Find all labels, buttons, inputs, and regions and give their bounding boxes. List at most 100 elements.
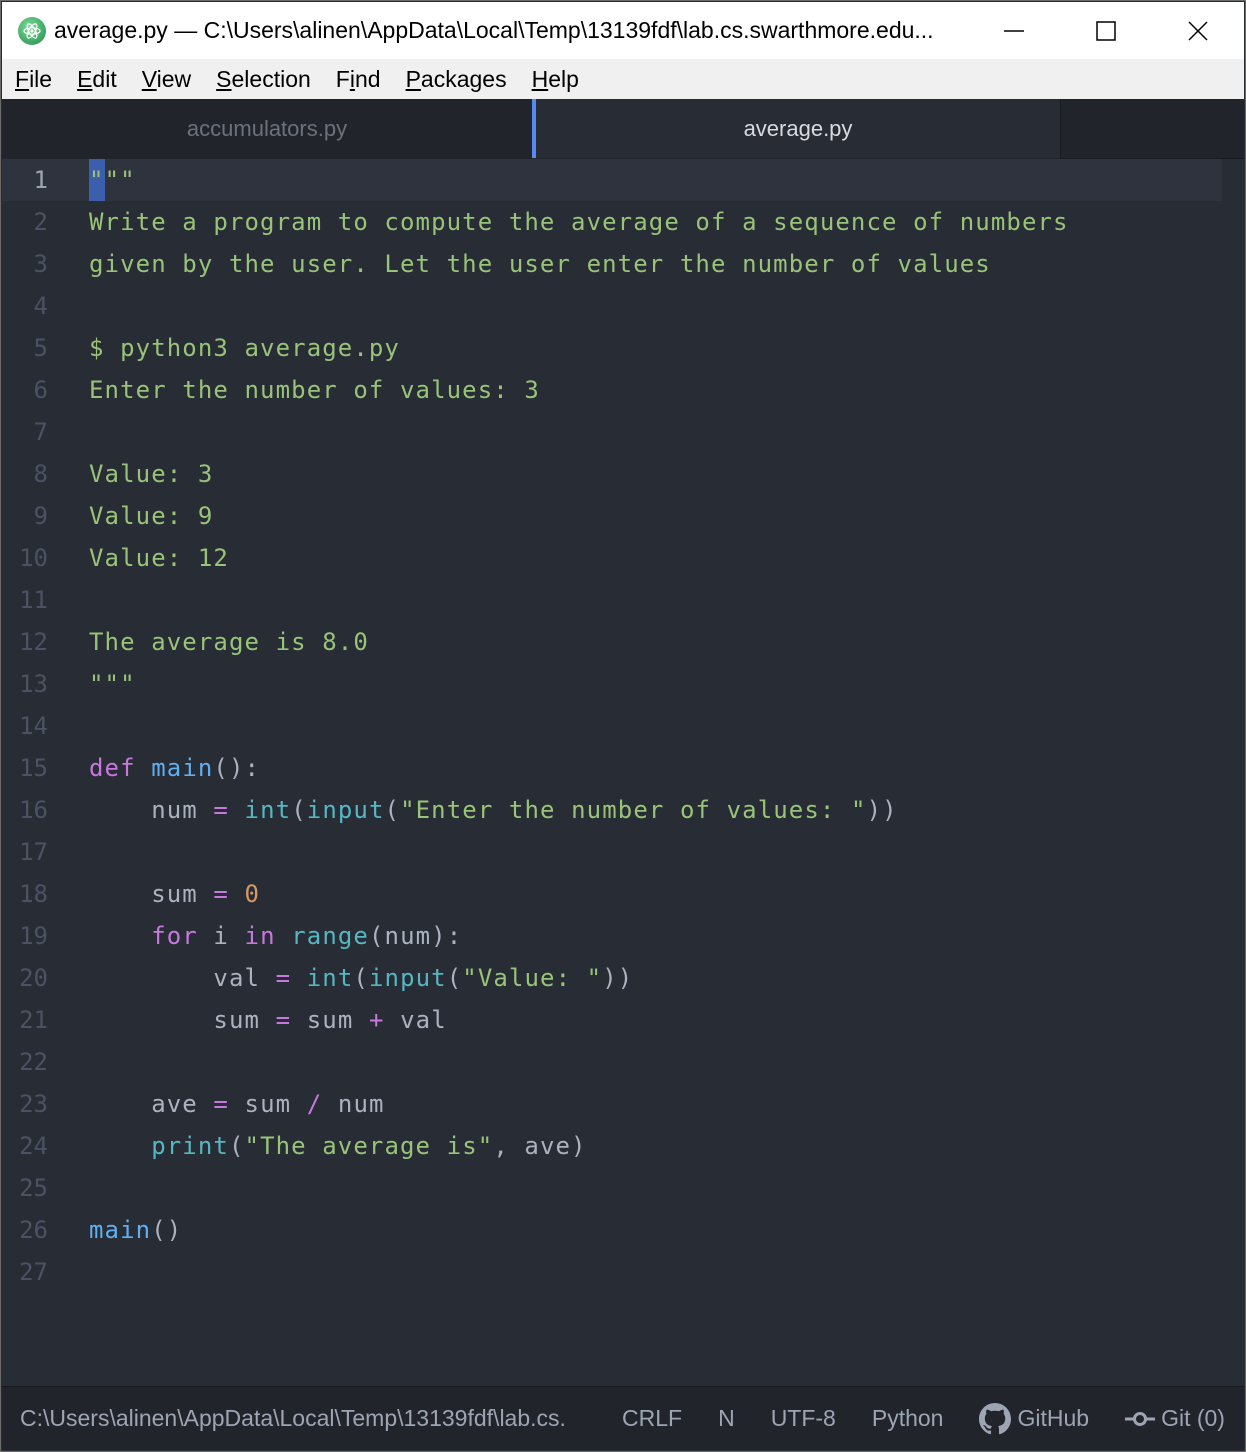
menu-packages[interactable]: Packages <box>406 66 507 93</box>
code-line[interactable]: 20 val = int(input("Value: ")) <box>2 957 1244 999</box>
code-line[interactable]: 15 def main(): <box>2 747 1244 789</box>
line-number: 25 <box>19 1174 48 1202</box>
code-line[interactable]: 7 <box>2 411 1244 453</box>
tab-accumulators-py[interactable]: accumulators.py <box>2 99 532 158</box>
status-file-path[interactable]: C:\Users\alinen\AppData\Local\Temp\13139… <box>20 1405 586 1432</box>
punctuation-token: )) <box>602 964 634 992</box>
builtin-token: print <box>151 1132 229 1160</box>
tab-average-py[interactable]: average.py <box>532 99 1060 158</box>
maximize-button[interactable] <box>1060 2 1152 59</box>
docstring-text: given by the user. Let the user enter th… <box>89 250 991 278</box>
tab-bar: accumulators.py average.py <box>2 99 1244 159</box>
function-call-token: main <box>89 1216 152 1244</box>
code-editor[interactable]: 1 """ 2 Write a program to compute the ave… <box>2 159 1244 1387</box>
code-line[interactable]: 23 ave = sum / num <box>2 1083 1244 1125</box>
operator-token: = <box>213 1090 229 1118</box>
status-github[interactable]: GitHub <box>979 1402 1090 1435</box>
menu-view[interactable]: View <box>142 66 191 93</box>
builtin-token: range <box>291 922 369 950</box>
variable-token: num <box>337 1090 385 1118</box>
menu-view-label: iew <box>156 65 192 92</box>
line-number: 20 <box>19 964 48 992</box>
code-line[interactable]: 26 main() <box>2 1209 1244 1251</box>
menu-view-mnemonic: V <box>141 65 157 92</box>
string-token: "The average is" <box>244 1132 494 1160</box>
line-number: 21 <box>19 1006 48 1034</box>
menu-find[interactable]: Find <box>336 66 381 93</box>
builtin-token: int <box>306 964 354 992</box>
tab-bar-empty-area[interactable] <box>1060 99 1244 159</box>
menu-help-label: elp <box>548 65 579 92</box>
code-line[interactable]: 4 <box>2 285 1244 327</box>
menu-packages-mnemonic: P <box>405 65 421 92</box>
operator-token: / <box>306 1090 323 1118</box>
function-name-token: main <box>151 754 214 782</box>
docstring-text: Value: 9 <box>89 502 214 530</box>
code-line[interactable]: 6 Enter the number of values: 3 <box>2 369 1244 411</box>
status-git[interactable]: Git (0) <box>1125 1405 1225 1432</box>
menu-edit[interactable]: Edit <box>77 66 117 93</box>
close-button[interactable] <box>1152 2 1244 59</box>
menu-file[interactable]: File <box>15 66 52 93</box>
builtin-token: input <box>368 964 447 992</box>
code-line[interactable]: 11 <box>2 579 1244 621</box>
code-line[interactable]: 18 sum = 0 <box>2 873 1244 915</box>
code-line[interactable]: 12 The average is 8.0 <box>2 621 1244 663</box>
code-line[interactable]: 2 Write a program to compute the average … <box>2 201 1244 243</box>
docstring-text: Enter the number of values: 3 <box>89 376 540 404</box>
operator-token: = <box>213 880 229 908</box>
status-encoding[interactable]: UTF-8 <box>771 1405 836 1432</box>
punctuation-token: ( <box>384 796 401 824</box>
github-icon <box>979 1402 1012 1434</box>
code-line[interactable]: 14 <box>2 705 1244 747</box>
code-line[interactable]: 27 <box>2 1251 1244 1293</box>
status-github-label: GitHub <box>1017 1405 1090 1431</box>
variable-token: num <box>151 796 198 824</box>
docstring-text: The average is 8.0 <box>89 628 369 656</box>
line-number: 23 <box>19 1090 48 1118</box>
keyword-token: in <box>244 922 276 950</box>
docstring-text: Write a program to compute the average o… <box>89 208 1069 236</box>
line-number: 8 <box>33 460 48 488</box>
menu-find-label-pre: F <box>335 65 350 92</box>
minimize-button[interactable] <box>968 2 1060 59</box>
status-line-ending[interactable]: CRLF <box>622 1405 682 1432</box>
code-line[interactable]: 10 Value: 12 <box>2 537 1244 579</box>
line-number: 5 <box>33 334 48 362</box>
code-line[interactable]: 21 sum = sum + val <box>2 999 1244 1041</box>
line-number: 9 <box>33 502 48 530</box>
line-number: 17 <box>19 838 48 866</box>
menu-selection[interactable]: Selection <box>216 66 311 93</box>
variable-token: sum <box>213 1006 261 1034</box>
code-line[interactable]: 5 $ python3 average.py <box>2 327 1244 369</box>
variable-token: sum <box>306 1006 354 1034</box>
code-line[interactable]: 17 <box>2 831 1244 873</box>
line-number: 11 <box>19 586 48 614</box>
line-number: 22 <box>19 1048 48 1076</box>
code-line[interactable]: 13 """ <box>2 663 1244 705</box>
punctuation-token: (num): <box>368 922 463 950</box>
code-line[interactable]: 3 given by the user. Let the user enter t… <box>2 243 1244 285</box>
git-commit-icon <box>1125 1411 1156 1426</box>
line-number: 4 <box>33 292 48 320</box>
variable-token: sum <box>244 1090 292 1118</box>
variable-token: sum <box>151 880 198 908</box>
code-line[interactable]: 9 Value: 9 <box>2 495 1244 537</box>
code-line[interactable]: 22 <box>2 1041 1244 1083</box>
line-number: 6 <box>33 376 48 404</box>
code-line[interactable]: 25 <box>2 1167 1244 1209</box>
status-grammar[interactable]: Python <box>872 1405 944 1432</box>
code-line[interactable]: 1 """ <box>2 159 1222 201</box>
menu-help-mnemonic: H <box>531 65 549 92</box>
code-line[interactable]: 19 for i in range(num): <box>2 915 1244 957</box>
punctuation-token: )) <box>866 796 898 824</box>
menu-help[interactable]: Help <box>532 66 579 93</box>
line-number: 2 <box>33 208 48 236</box>
code-line[interactable]: 8 Value: 3 <box>2 453 1244 495</box>
code-line[interactable]: 24 print("The average is", ave) <box>2 1125 1244 1167</box>
code-line[interactable]: 16 num = int(input("Enter the number of … <box>2 789 1244 831</box>
status-indicator[interactable]: N <box>718 1405 735 1432</box>
docstring-close: """ <box>89 670 136 698</box>
line-number: 14 <box>19 712 48 740</box>
punctuation-token: ( <box>353 964 369 992</box>
